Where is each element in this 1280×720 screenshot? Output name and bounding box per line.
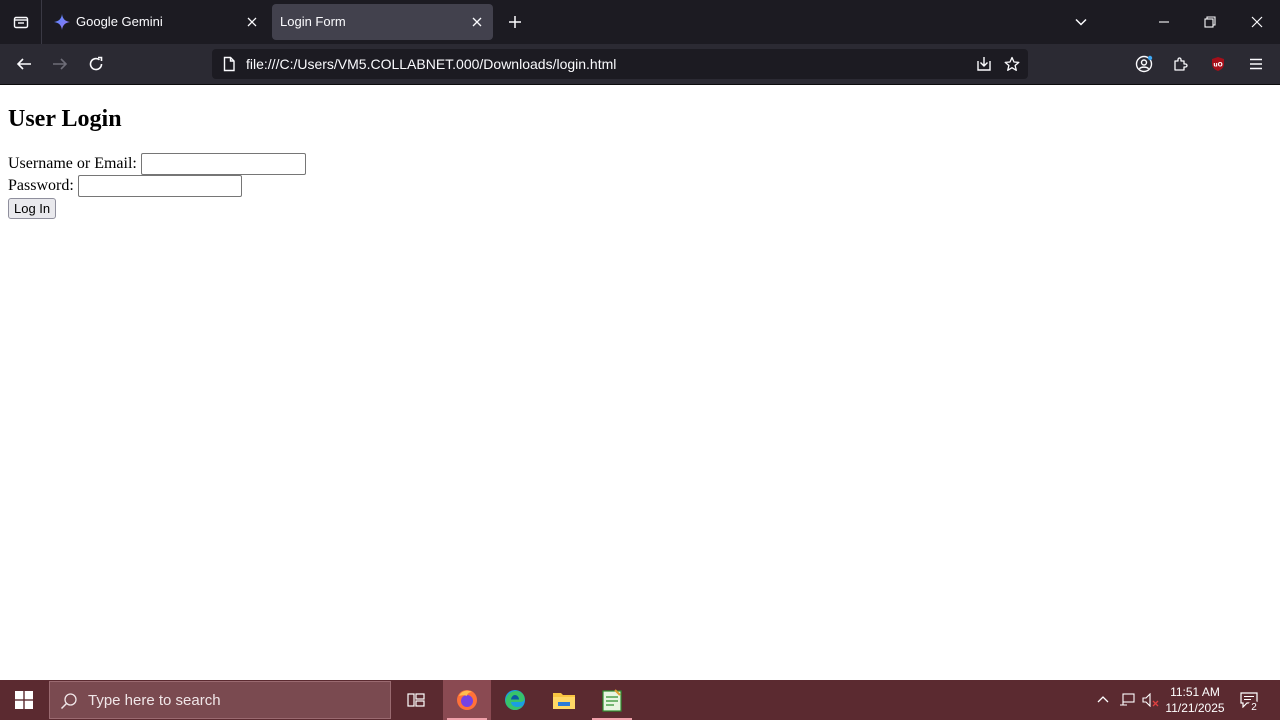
ublock-origin-icon: uO <box>1212 57 1224 71</box>
back-button[interactable] <box>9 50 39 78</box>
taskbar-notepad[interactable] <box>588 680 636 720</box>
hamburger-menu-icon <box>1250 58 1262 70</box>
tab-list-icon <box>13 16 28 29</box>
clock-date: 11/21/2025 <box>1165 701 1225 715</box>
close-window-button[interactable] <box>1234 0 1280 44</box>
page-title: User Login <box>8 106 122 132</box>
edge-icon <box>505 690 525 710</box>
volume-button[interactable] <box>1140 680 1162 720</box>
tab-bar: Google Gemini Login Form <box>0 0 1280 44</box>
minimize-button[interactable] <box>1141 0 1187 44</box>
gemini-sparkle-icon <box>54 14 70 30</box>
restore-icon <box>1204 16 1216 28</box>
restore-button[interactable] <box>1187 0 1233 44</box>
login-button[interactable]: Log In <box>8 198 57 219</box>
download-icon <box>977 57 991 71</box>
chevron-up-icon <box>1097 696 1109 703</box>
url-bar[interactable]: file:///C:/Users/VM5.COLLABNET.000/Downl… <box>212 49 1028 79</box>
extensions-button[interactable] <box>1165 50 1195 78</box>
task-view-button[interactable] <box>392 680 440 720</box>
search-placeholder: Type here to search <box>88 692 221 709</box>
bookmark-button[interactable] <box>1002 54 1022 74</box>
password-row: Password: <box>8 175 242 197</box>
start-button[interactable] <box>0 680 48 720</box>
windows-logo-icon <box>15 691 33 709</box>
tab-google-gemini[interactable]: Google Gemini <box>44 4 268 40</box>
firefox-icon <box>457 690 477 710</box>
file-explorer-icon <box>553 693 575 709</box>
url-text[interactable]: file:///C:/Users/VM5.COLLABNET.000/Downl… <box>246 56 616 72</box>
minimize-icon <box>1159 21 1169 23</box>
puzzle-icon <box>1174 57 1188 71</box>
star-icon <box>1004 56 1020 71</box>
chevron-down-icon <box>1075 18 1087 26</box>
notepad-icon <box>602 689 622 712</box>
close-icon <box>472 17 482 27</box>
plus-icon <box>509 16 521 28</box>
taskbar-firefox[interactable] <box>443 680 491 720</box>
taskbar-search-box[interactable]: Type here to search <box>49 681 391 719</box>
username-label: Username or Email: <box>8 155 137 172</box>
show-hidden-icons-button[interactable] <box>1092 680 1114 720</box>
ublock-extension-button[interactable]: uO <box>1203 50 1233 78</box>
speaker-muted-icon <box>1142 693 1159 707</box>
close-tab-button[interactable] <box>242 12 262 32</box>
username-input[interactable] <box>140 153 306 175</box>
list-all-tabs-button[interactable] <box>1058 0 1104 44</box>
tab-title: Login Form <box>280 14 346 29</box>
new-tab-button[interactable] <box>504 11 526 33</box>
taskbar-edge[interactable] <box>491 680 539 720</box>
close-icon <box>1251 16 1263 28</box>
notification-count-badge: 2 <box>1247 701 1261 715</box>
task-view-icon <box>407 693 425 707</box>
username-row: Username or Email: <box>8 153 306 175</box>
search-icon <box>60 693 77 710</box>
network-icon <box>1120 693 1135 706</box>
close-tab-button[interactable] <box>467 12 487 32</box>
clock-time: 11:51 AM <box>1170 685 1220 699</box>
forward-arrow-icon <box>53 58 68 70</box>
back-arrow-icon <box>16 58 31 70</box>
show-desktop-button[interactable] <box>1276 680 1280 720</box>
windows-taskbar: Type here to search 11:51 AM 11/21/2025 <box>0 680 1280 720</box>
password-label: Password: <box>8 177 74 194</box>
app-menu-button[interactable] <box>1241 50 1271 78</box>
svg-text:uO: uO <box>1213 62 1222 69</box>
tab-title: Google Gemini <box>76 14 163 29</box>
system-clock[interactable]: 11:51 AM 11/21/2025 <box>1160 684 1230 716</box>
reload-icon <box>89 56 103 71</box>
notification-center-button[interactable] <box>1234 680 1264 720</box>
reload-button[interactable] <box>81 50 111 78</box>
page-content: User Login Username or Email: Password: … <box>0 85 1280 680</box>
page-icon <box>223 56 235 72</box>
tab-overview-button[interactable] <box>0 0 42 44</box>
account-icon <box>1135 55 1153 73</box>
navigation-toolbar: file:///C:/Users/VM5.COLLABNET.000/Downl… <box>0 44 1280 85</box>
account-button[interactable] <box>1129 50 1159 78</box>
forward-button[interactable] <box>45 50 75 78</box>
close-icon <box>247 17 257 27</box>
taskbar-file-explorer[interactable] <box>540 680 588 720</box>
save-page-button[interactable] <box>974 54 994 74</box>
password-input[interactable] <box>77 175 242 197</box>
tab-login-form[interactable]: Login Form <box>272 4 493 40</box>
network-button[interactable] <box>1116 680 1138 720</box>
